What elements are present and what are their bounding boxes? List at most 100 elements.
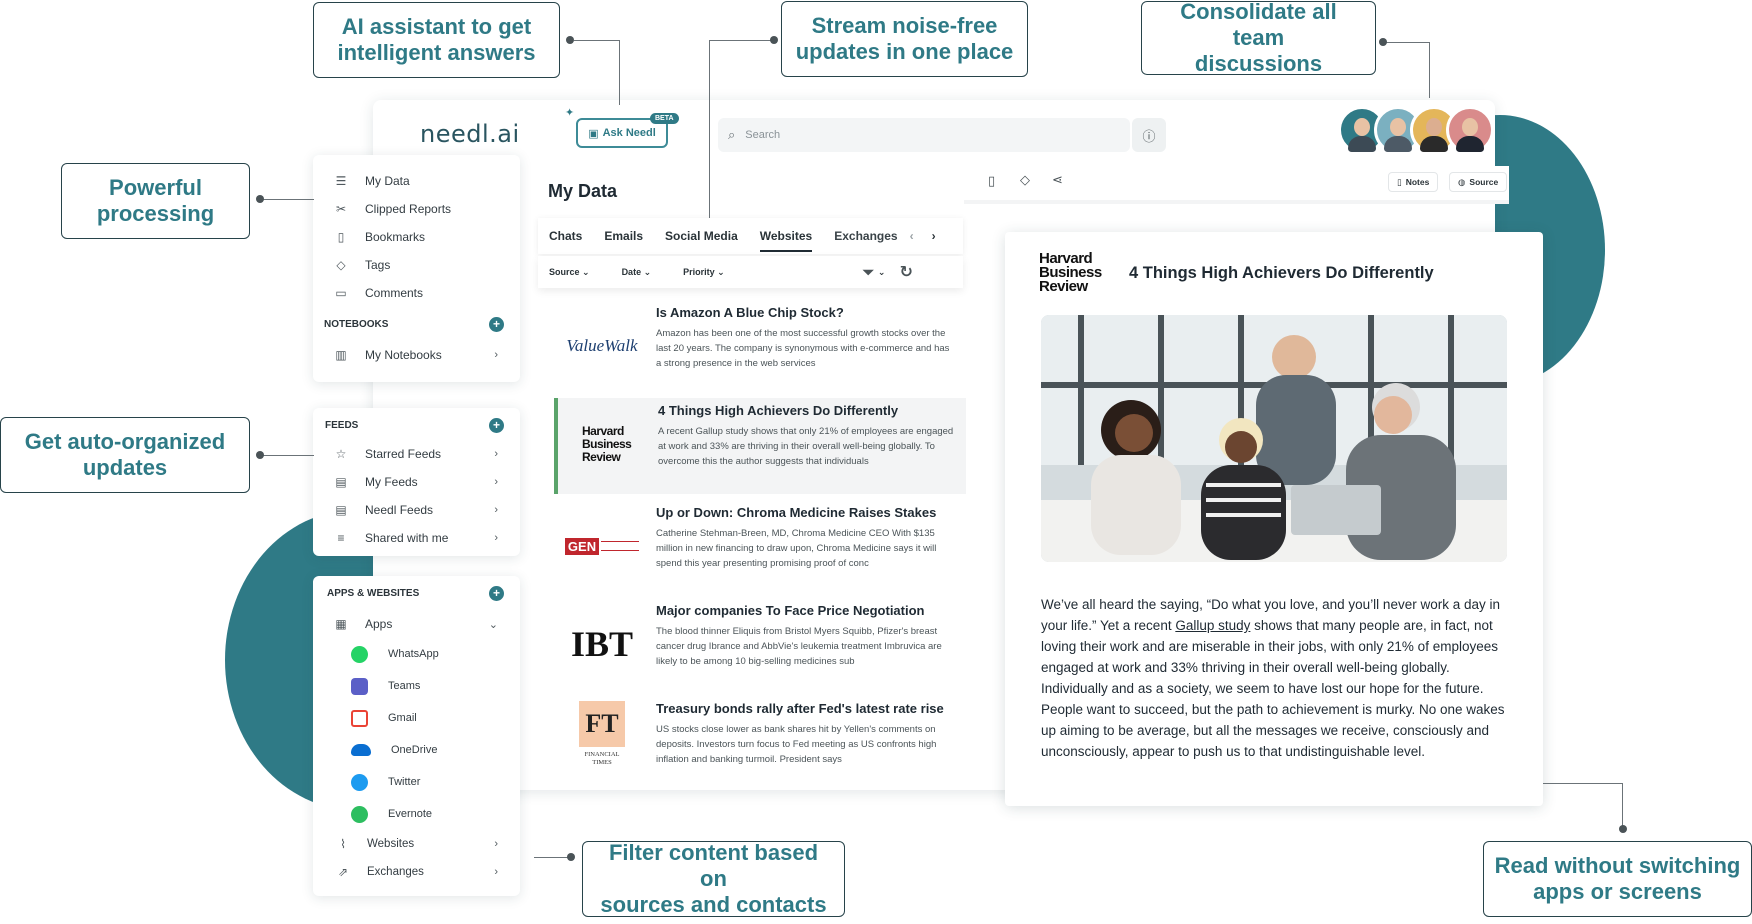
tab-exchanges[interactable]: Exchanges — [834, 229, 897, 243]
tab-chats[interactable]: Chats — [549, 229, 582, 243]
app-item-gmail[interactable]: Gmail — [351, 702, 520, 734]
sidebar-item-starred-feeds[interactable]: ☆ Starred Feeds › — [331, 440, 520, 468]
chevron-right-icon: › — [494, 448, 498, 460]
onedrive-icon — [351, 744, 371, 756]
robot-icon: ▣ — [588, 127, 599, 140]
funnel-icon[interactable]: ⏷ — [863, 264, 874, 281]
hbr-publisher-logo: Harvard Business Review — [1039, 250, 1102, 295]
article-title: 4 Things High Achievers Do Differently — [1129, 264, 1434, 282]
sidebar-feeds: FEEDS + ☆ Starred Feeds › ▤ My Feeds › ▤ Need… — [313, 408, 520, 556]
source-tabs: Chats Emails Social Media Websites Excha… — [538, 218, 963, 254]
sidebar-item-apps[interactable]: ▦ Apps ⌄ — [331, 610, 520, 638]
gallup-study-link[interactable]: Gallup study — [1175, 618, 1250, 633]
tag-icon: ◇ — [336, 258, 346, 272]
chevron-right-icon: › — [494, 838, 498, 850]
article-body: We’ve all heard the saying, “Do what you… — [1041, 597, 1505, 759]
article-item-selected[interactable]: Harvard Business Review 4 Things High Ac… — [554, 398, 966, 494]
chevron-left-icon[interactable]: ‹ — [910, 229, 914, 243]
article-title: Up or Down: Chroma Medicine Raises Stake… — [656, 505, 937, 520]
sidebar-item-bookmarks[interactable]: ▯ Bookmarks — [331, 223, 520, 251]
sidebar-item-comments[interactable]: ▭ Comments — [331, 279, 520, 307]
article-title: Is Amazon A Blue Chip Stock? — [656, 305, 844, 320]
notebook-icon: ▥ — [335, 348, 347, 362]
article-excerpt: US stocks close lower as bank shares hit… — [656, 724, 937, 765]
source-button[interactable]: ◍ Source — [1449, 172, 1508, 192]
comment-icon: ▭ — [335, 286, 347, 300]
app-item-onedrive[interactable]: OneDrive — [351, 734, 520, 766]
tag-icon[interactable]: ◇ — [1020, 172, 1030, 188]
filter-date[interactable]: Date ⌄ — [622, 267, 652, 278]
callout-processing: Powerful processing — [61, 163, 250, 239]
chevron-right-icon: › — [494, 866, 498, 878]
notes-icon: ▯ — [1397, 176, 1402, 187]
rss-icon: ⌇ — [340, 837, 346, 851]
article-excerpt: Catherine Stehman-Breen, MD, Chroma Medi… — [656, 528, 937, 569]
article-excerpt: The blood thinner Eliquis from Bristol M… — [656, 626, 942, 667]
twitter-icon — [351, 773, 368, 791]
notes-button[interactable]: ▯ Notes — [1388, 172, 1439, 192]
gmail-icon — [351, 709, 368, 727]
filter-priority[interactable]: Priority ⌄ — [683, 267, 725, 278]
article-excerpt: A recent Gallup study shows that only 21… — [658, 426, 954, 467]
tab-emails[interactable]: Emails — [604, 229, 643, 243]
shared-icon: ≡ — [337, 531, 345, 545]
avatar[interactable] — [1446, 106, 1494, 154]
sidebar-item-my-feeds[interactable]: ▤ My Feeds › — [331, 468, 520, 496]
add-app-button[interactable]: + — [489, 585, 504, 601]
add-notebook-button[interactable]: + — [489, 316, 504, 332]
search-input[interactable]: ⌕ Search — [718, 118, 1130, 152]
ibt-logo: IBT — [570, 624, 634, 664]
feed-icon: ▤ — [335, 475, 347, 489]
sidebar-item-clipped-reports[interactable]: ✂ Clipped Reports — [331, 195, 520, 223]
star-icon: ☆ — [335, 447, 347, 461]
share-icon[interactable]: ⋖ — [1052, 172, 1063, 188]
article-title: Treasury bonds rally after Fed's latest … — [656, 701, 944, 716]
beta-badge: BETA — [650, 113, 679, 124]
notebooks-heading: NOTEBOOKS + — [313, 313, 520, 335]
chevron-down-icon: ⌄ — [488, 618, 498, 631]
gen-logo: GEN — [562, 522, 642, 570]
feed-icon: ▤ — [335, 503, 347, 517]
app-item-evernote[interactable]: Evernote — [351, 798, 520, 830]
app-item-twitter[interactable]: Twitter — [351, 766, 520, 798]
sidebar-item-shared-with-me[interactable]: ≡ Shared with me › — [331, 524, 520, 552]
chevron-right-icon[interactable]: › — [932, 229, 936, 243]
list-icon: ☰ — [335, 174, 347, 188]
sparkle-icon: ✦ — [565, 107, 575, 119]
app-item-whatsapp[interactable]: WhatsApp — [351, 638, 520, 670]
refresh-icon[interactable]: ↻ — [899, 262, 912, 282]
app-item-teams[interactable]: Teams — [351, 670, 520, 702]
chart-icon: ⇗ — [337, 865, 349, 879]
article-item[interactable]: IBT Major companies To Face Price Negoti… — [552, 598, 964, 694]
add-feed-button[interactable]: + — [489, 417, 504, 433]
filter-source[interactable]: Source ⌄ — [549, 267, 590, 278]
callout-consolidate: Consolidate all team discussions — [1141, 0, 1376, 76]
tab-social-media[interactable]: Social Media — [665, 229, 738, 243]
article-item[interactable]: FT FINANCIAL TIMES Treasury bonds rally a… — [552, 696, 964, 792]
sidebar-item-tags[interactable]: ◇ Tags — [331, 251, 520, 279]
ft-logo: FT FINANCIAL TIMES — [562, 700, 642, 768]
sidebar-item-websites[interactable]: ⌇ Websites › — [331, 830, 520, 858]
ask-needl-label: Ask Needl — [602, 127, 656, 139]
valuewalk-logo: ValueWalk — [566, 336, 638, 355]
sidebar-apps: APPS & WEBSITES + ▦ Apps ⌄ WhatsApp Teams … — [313, 576, 520, 896]
hbr-logo: Harvard Business Review — [582, 423, 632, 464]
page-title: My Data — [548, 181, 618, 201]
article-reader: Harvard Business Review 4 Things High Ac… — [1005, 232, 1543, 806]
scissors-icon: ✂ — [335, 202, 347, 216]
ask-search-button[interactable]: ⓘ — [1132, 118, 1166, 152]
chevron-right-icon: › — [494, 349, 498, 361]
sidebar-item-needl-feeds[interactable]: ▤ Needl Feeds › — [331, 496, 520, 524]
article-item[interactable]: GEN Up or Down: Chroma Medicine Raises S… — [552, 500, 964, 596]
sidebar-item-exchanges[interactable]: ⇗ Exchanges › — [331, 858, 520, 886]
bookmark-icon[interactable]: ▯ — [988, 173, 995, 189]
chevron-down-icon[interactable]: ⌄ — [878, 267, 886, 278]
feeds-heading: FEEDS + — [313, 414, 520, 436]
globe-icon: ◍ — [1458, 176, 1466, 187]
filter-bar: Source ⌄ Date ⌄ Priority ⌄ ⏷ ⌄ ↻ — [538, 256, 963, 288]
sidebar-item-my-notebooks[interactable]: ▥ My Notebooks › — [331, 341, 520, 369]
sidebar-item-my-data[interactable]: ☰ My Data — [331, 167, 520, 195]
tab-websites[interactable]: Websites — [759, 229, 813, 252]
needl-logo: needl.ai — [420, 120, 520, 148]
article-item[interactable]: ValueWalk Is Amazon A Blue Chip Stock? A… — [552, 300, 964, 396]
